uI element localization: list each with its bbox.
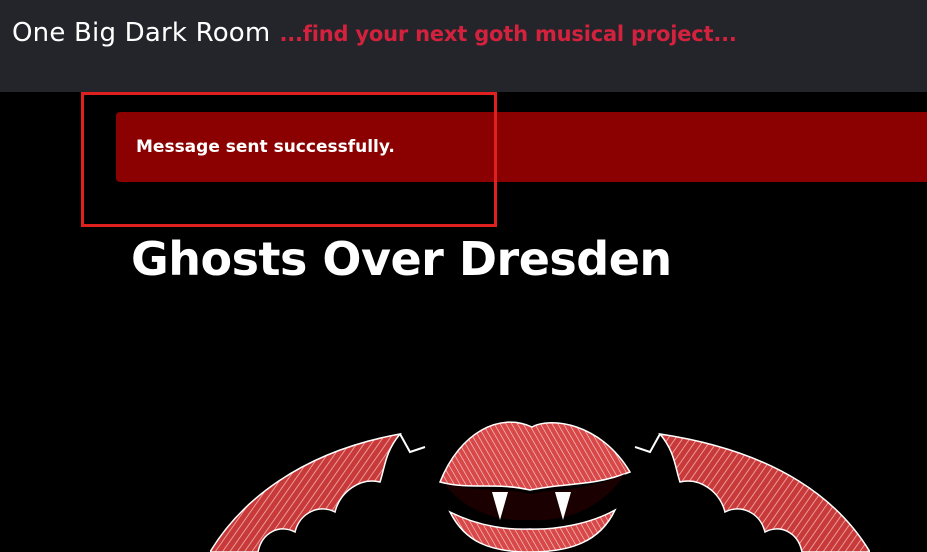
alert-message: Message sent successfully.: [136, 137, 395, 157]
vampire-lips-bat-wings-icon: [210, 421, 870, 552]
main-content: Message sent successfully. Ghosts Over D…: [0, 92, 927, 552]
site-title[interactable]: One Big Dark Room: [12, 18, 270, 48]
brand: One Big Dark Room ...find your next goth…: [12, 18, 737, 48]
site-tagline: ...find your next goth musical project..…: [279, 22, 737, 46]
site-header: One Big Dark Room ...find your next goth…: [0, 0, 927, 92]
page-title: Ghosts Over Dresden: [131, 232, 672, 286]
success-alert: Message sent successfully.: [116, 112, 927, 182]
